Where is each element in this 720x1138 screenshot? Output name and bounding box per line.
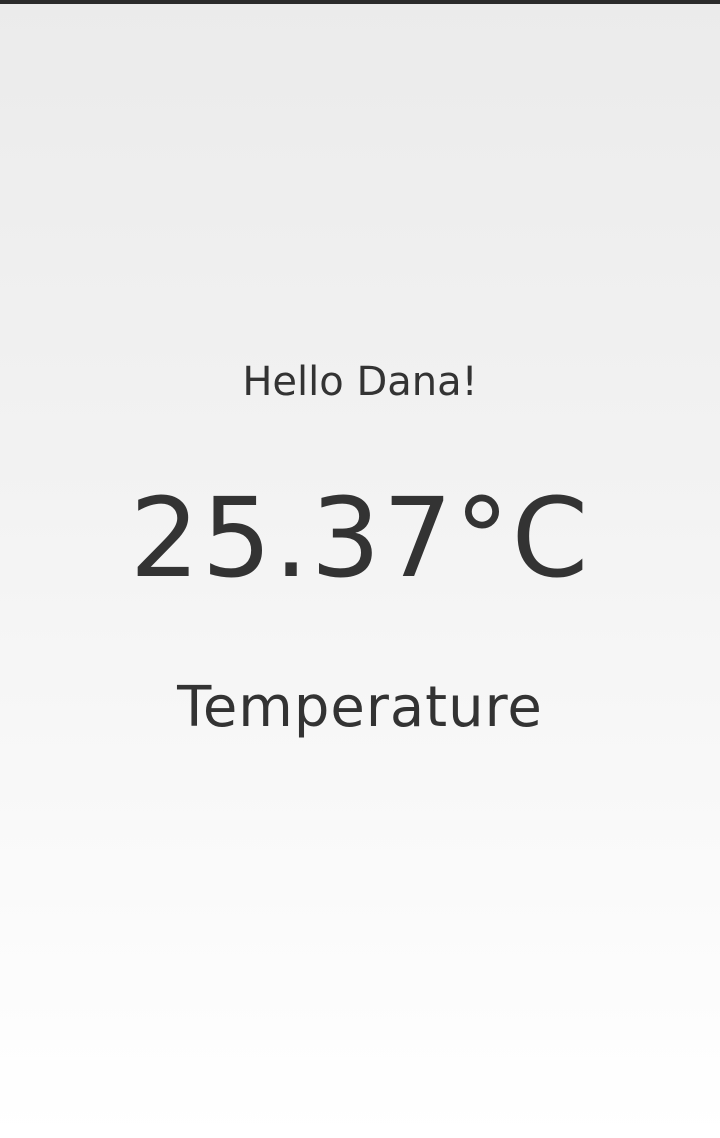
main-content: Hello Dana! 25.37°C Temperature xyxy=(0,0,720,1138)
temperature-label: Temperature xyxy=(177,675,543,740)
greeting-text: Hello Dana! xyxy=(242,359,478,405)
temperature-value: 25.37°C xyxy=(129,474,591,602)
